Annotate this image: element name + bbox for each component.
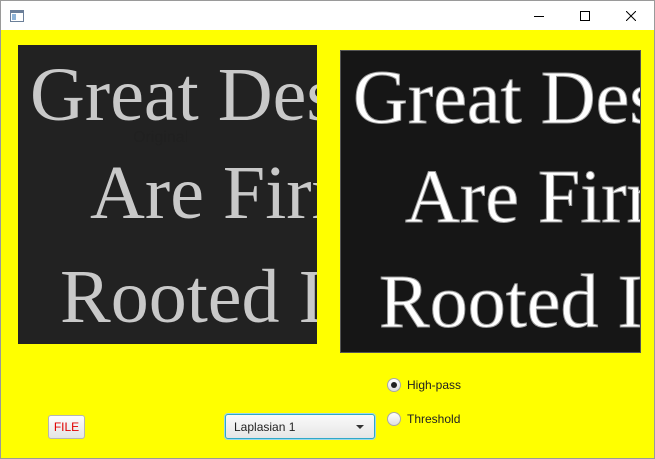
- original-text-line-1: Great Des: [30, 53, 317, 137]
- filtered-image: Great Des Are Firr Rooted I: [340, 50, 641, 353]
- app-icon: [10, 9, 24, 22]
- chevron-down-icon[interactable]: [356, 425, 364, 429]
- maximize-button[interactable]: [562, 1, 608, 30]
- original-text-line-2: Are Firr: [90, 151, 317, 235]
- filter-select-value: Laplasian 1: [234, 420, 296, 434]
- original-label: Original: [133, 129, 189, 146]
- maximize-icon: [580, 10, 590, 21]
- title-bar[interactable]: [1, 1, 654, 30]
- radio-high-pass[interactable]: High-pass: [387, 376, 461, 394]
- radio-threshold-label: Threshold: [407, 412, 461, 426]
- app-window: Great Des Are Firr Rooted I Original Gre…: [0, 0, 655, 459]
- original-image: Great Des Are Firr Rooted I: [18, 45, 317, 344]
- minimize-button[interactable]: [516, 1, 562, 30]
- close-button[interactable]: [608, 1, 654, 30]
- filter-select[interactable]: Laplasian 1: [225, 414, 375, 439]
- main-panel: Great Des Are Firr Rooted I Original Gre…: [1, 30, 654, 458]
- radio-high-pass-label: High-pass: [407, 378, 462, 392]
- filtered-text-line-1: Great Des: [353, 56, 640, 140]
- radio-threshold[interactable]: Threshold: [387, 410, 460, 428]
- original-text-line-3: Rooted I: [60, 255, 317, 339]
- radio-selected-dot: [391, 382, 397, 388]
- filtered-text-line-3: Rooted I: [379, 260, 640, 344]
- radio-high-pass-circle[interactable]: [387, 378, 401, 392]
- close-icon: [626, 10, 636, 21]
- filtered-text-line-2: Are Firr: [405, 155, 640, 239]
- radio-threshold-circle[interactable]: [387, 412, 401, 426]
- file-button[interactable]: FILE: [48, 415, 85, 439]
- minimize-icon: [534, 15, 544, 17]
